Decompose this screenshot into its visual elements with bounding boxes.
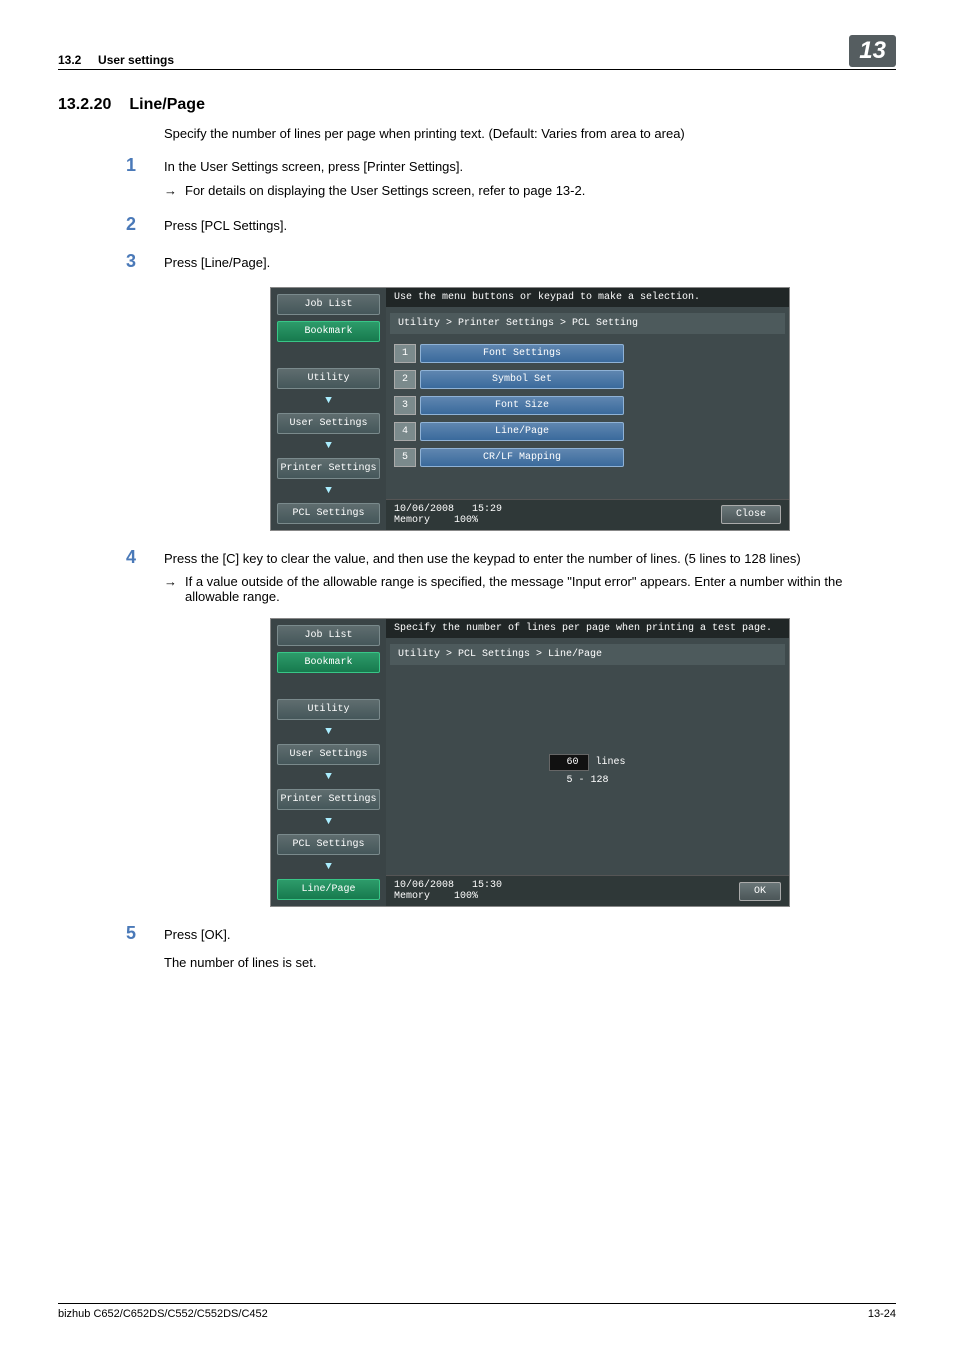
status-text: 10/06/2008 15:29 Memory 100%: [394, 504, 502, 526]
step-sub: → If a value outside of the allowable ra…: [164, 574, 896, 604]
section-label: User settings: [98, 53, 174, 67]
menu-label: CR/LF Mapping: [420, 448, 624, 467]
status-date: 10/06/2008: [394, 504, 454, 515]
mem-value: 100%: [454, 891, 478, 902]
status-time: 15:30: [472, 880, 502, 891]
step-result: The number of lines is set.: [164, 953, 896, 973]
menu-num: 4: [394, 422, 416, 441]
step-3: 3 Press [Line/Page]. Job List Bookmark U…: [164, 253, 896, 531]
menu-item-crlf-mapping[interactable]: 5 CR/LF Mapping: [394, 448, 624, 467]
chevron-down-icon: ▼: [321, 816, 337, 828]
instruction-bar: Specify the number of lines per page whe…: [386, 619, 789, 638]
menu-label: Line/Page: [420, 422, 624, 441]
sub-text: If a value outside of the allowable rang…: [185, 574, 896, 604]
chapter-number: 13: [849, 35, 896, 67]
arrow-icon: →: [164, 574, 177, 604]
step-1: 1 In the User Settings screen, press [Pr…: [164, 157, 896, 198]
tab-bookmark[interactable]: Bookmark: [277, 321, 380, 342]
menu-label: Font Size: [420, 396, 624, 415]
tab-utility[interactable]: Utility: [277, 699, 380, 720]
menu-label: Symbol Set: [420, 370, 624, 389]
value-area: 60 lines 5 - 128: [386, 665, 789, 875]
tab-user-settings[interactable]: User Settings: [277, 413, 380, 434]
chevron-down-icon: ▼: [321, 395, 337, 407]
status-text: 10/06/2008 15:30 Memory 100%: [394, 880, 502, 902]
chevron-down-icon: ▼: [321, 861, 337, 873]
tab-pcl-settings[interactable]: PCL Settings: [277, 503, 380, 524]
menu-item-line-page[interactable]: 4 Line/Page: [394, 422, 624, 441]
page-header: 13.2 User settings 13: [58, 35, 896, 70]
menu-item-symbol-set[interactable]: 2 Symbol Set: [394, 370, 624, 389]
side-tabs: Job List Bookmark Utility ▼ User Setting…: [271, 288, 386, 530]
chevron-down-icon: ▼: [321, 726, 337, 738]
step-number: 5: [126, 923, 136, 944]
tab-user-settings[interactable]: User Settings: [277, 744, 380, 765]
menu-num: 2: [394, 370, 416, 389]
section-number: 13.2.20: [58, 96, 111, 114]
side-tabs: Job List Bookmark Utility ▼ User Setting…: [271, 619, 386, 906]
mem-value: 100%: [454, 515, 478, 526]
spacer: [277, 348, 380, 362]
menu-area: 1 Font Settings 2 Symbol Set 3 Font Size: [386, 334, 789, 499]
chevron-down-icon: ▼: [321, 440, 337, 452]
tab-bookmark[interactable]: Bookmark: [277, 652, 380, 673]
mem-label: Memory: [394, 891, 430, 902]
steps-list: 1 In the User Settings screen, press [Pr…: [164, 157, 896, 972]
mem-label: Memory: [394, 515, 430, 526]
page-footer: bizhub C652/C652DS/C552/C552DS/C452 13-2…: [58, 1303, 896, 1320]
menu-item-font-size[interactable]: 3 Font Size: [394, 396, 624, 415]
tab-job-list[interactable]: Job List: [277, 294, 380, 315]
status-bar: 10/06/2008 15:29 Memory 100% Close: [386, 499, 789, 530]
step-text: Press [OK].: [164, 925, 896, 945]
step-text: Press [PCL Settings].: [164, 216, 896, 236]
instruction-bar: Use the menu buttons or keypad to make a…: [386, 288, 789, 307]
step-number: 3: [126, 251, 136, 272]
menu-num: 1: [394, 344, 416, 363]
tab-printer-settings[interactable]: Printer Settings: [277, 789, 380, 810]
section-intro: Specify the number of lines per page whe…: [164, 126, 896, 141]
step-number: 4: [126, 547, 136, 568]
lines-unit: lines: [595, 757, 625, 768]
breadcrumb: Utility > PCL Settings > Line/Page: [390, 644, 785, 665]
status-date: 10/06/2008: [394, 880, 454, 891]
step-sub: → For details on displaying the User Set…: [164, 183, 896, 198]
ok-button[interactable]: OK: [739, 882, 781, 901]
footer-model: bizhub C652/C652DS/C552/C552DS/C452: [58, 1308, 268, 1320]
header-left: 13.2 User settings: [58, 53, 174, 67]
chevron-down-icon: ▼: [321, 771, 337, 783]
step-text: In the User Settings screen, press [Prin…: [164, 157, 896, 177]
section-heading: Line/Page: [129, 96, 205, 114]
status-time: 15:29: [472, 504, 502, 515]
chevron-down-icon: ▼: [321, 485, 337, 497]
step-2: 2 Press [PCL Settings].: [164, 216, 896, 236]
pcl-setting-screen: Job List Bookmark Utility ▼ User Setting…: [270, 287, 790, 531]
tab-utility[interactable]: Utility: [277, 368, 380, 389]
breadcrumb: Utility > Printer Settings > PCL Setting: [390, 313, 785, 334]
menu-item-font-settings[interactable]: 1 Font Settings: [394, 344, 624, 363]
line-page-screen: Job List Bookmark Utility ▼ User Setting…: [270, 618, 790, 907]
sub-text: For details on displaying the User Setti…: [185, 183, 896, 198]
step-text: Press [Line/Page].: [164, 253, 896, 273]
tab-printer-settings[interactable]: Printer Settings: [277, 458, 380, 479]
step-text: Press the [C] key to clear the value, an…: [164, 549, 896, 569]
step-5: 5 Press [OK]. The number of lines is set…: [164, 925, 896, 972]
tab-pcl-settings[interactable]: PCL Settings: [277, 834, 380, 855]
section-ref: 13.2: [58, 53, 81, 67]
range-text: 5 - 128: [566, 775, 608, 786]
step-number: 2: [126, 214, 136, 235]
menu-num: 5: [394, 448, 416, 467]
menu-label: Font Settings: [420, 344, 624, 363]
status-bar: 10/06/2008 15:30 Memory 100% OK: [386, 875, 789, 906]
section-title: 13.2.20 Line/Page: [58, 96, 896, 114]
spacer: [277, 679, 380, 693]
step-4: 4 Press the [C] key to clear the value, …: [164, 549, 896, 908]
close-button[interactable]: Close: [721, 505, 781, 524]
arrow-icon: →: [164, 183, 177, 198]
tab-line-page[interactable]: Line/Page: [277, 879, 380, 900]
step-number: 1: [126, 155, 136, 176]
lines-value-input[interactable]: 60: [549, 754, 589, 771]
tab-job-list[interactable]: Job List: [277, 625, 380, 646]
menu-num: 3: [394, 396, 416, 415]
footer-page: 13-24: [868, 1308, 896, 1320]
